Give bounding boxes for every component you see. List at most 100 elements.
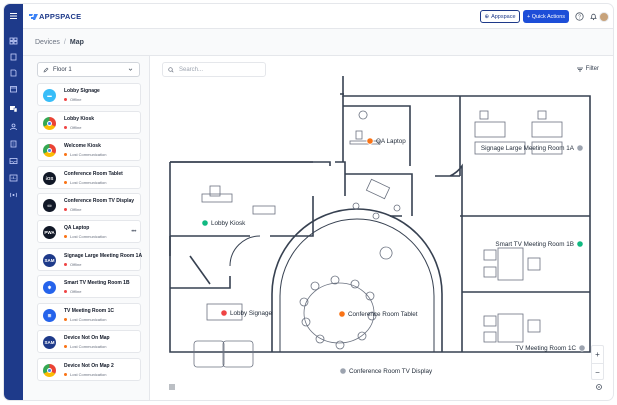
user-avatar[interactable] bbox=[599, 12, 609, 22]
map-pin-label: QA Laptop bbox=[376, 138, 406, 145]
map-pin[interactable]: TV Meeting Room 1C bbox=[515, 344, 586, 352]
logo-mark-icon bbox=[29, 13, 38, 20]
appspace-button[interactable]: ⊕ Appspace bbox=[480, 10, 520, 23]
list-view-icon[interactable] bbox=[168, 383, 176, 391]
device-card[interactable]: Device Not On Map 2 Lost Communication bbox=[37, 358, 141, 381]
pwa-icon: PWA bbox=[43, 226, 56, 239]
menu-icon[interactable] bbox=[9, 12, 18, 20]
device-status: Offline bbox=[64, 262, 82, 267]
device-status: Lost Communication bbox=[64, 180, 106, 185]
samsung-icon: SAM bbox=[43, 336, 56, 349]
map-pin-label: Smart TV Meeting Room 1B bbox=[495, 241, 574, 248]
map-pin-marker[interactable] bbox=[576, 240, 584, 248]
device-card[interactable]: SAM Device Not On Map Lost Communication bbox=[37, 330, 141, 353]
device-status: Lost Communication bbox=[64, 234, 106, 239]
recenter-icon[interactable] bbox=[595, 383, 603, 391]
map-pin-marker[interactable] bbox=[220, 309, 228, 317]
device-card[interactable]: ▬ Lobby Signage Offline bbox=[37, 83, 141, 106]
map-pin-label: Lobby Signage bbox=[230, 310, 273, 317]
breadcrumb-devices[interactable]: Devices bbox=[35, 39, 60, 46]
status-dot-icon bbox=[64, 318, 67, 321]
device-name: Lobby Kiosk bbox=[64, 116, 95, 122]
device-name: Smart TV Meeting Room 1B bbox=[64, 280, 130, 286]
map-pin-label: Conference Room TV Display bbox=[349, 368, 433, 375]
logo-text: APPSPACE bbox=[39, 12, 82, 21]
samsung-icon: SAM bbox=[43, 254, 56, 267]
dashboard-icon[interactable] bbox=[9, 37, 18, 45]
appspace-logo[interactable]: APPSPACE bbox=[29, 11, 81, 22]
devices-icon[interactable] bbox=[9, 105, 18, 113]
zoom-out-button[interactable]: − bbox=[592, 363, 603, 380]
device-status: Lost Communication bbox=[64, 344, 106, 349]
device-card[interactable]: PWA QA Laptop Lost Communication ••• bbox=[37, 220, 141, 243]
device-status-text: Lost Communication bbox=[70, 344, 107, 349]
device-card[interactable]: ✱ Smart TV Meeting Room 1B Offline bbox=[37, 275, 141, 298]
document-icon[interactable] bbox=[9, 69, 18, 77]
report-icon[interactable] bbox=[9, 174, 18, 182]
device-status: Lost Communication bbox=[64, 317, 106, 322]
device-name: Lobby Signage bbox=[64, 88, 100, 94]
windows-icon: ⊞ bbox=[43, 309, 56, 322]
quick-actions-button[interactable]: + Quick Actions bbox=[523, 10, 569, 23]
map-pin[interactable]: Conference Room TV Display bbox=[339, 367, 433, 375]
status-dot-icon bbox=[64, 208, 67, 211]
gear-device-icon: ✱ bbox=[43, 281, 56, 294]
map-pin[interactable]: Conference Room Tablet bbox=[338, 310, 418, 318]
chrome-icon bbox=[43, 144, 56, 157]
device-card[interactable]: iOS Conference Room Tablet Lost Communicat… bbox=[37, 166, 141, 189]
status-dot-icon bbox=[64, 263, 67, 266]
device-status-text: Lost Communication bbox=[70, 152, 107, 157]
device-name: TV Meeting Room 1C bbox=[64, 308, 115, 314]
device-name: QA Laptop bbox=[64, 225, 90, 231]
device-card[interactable]: SAM Signage Large Meeting Room 1A Offline bbox=[37, 248, 142, 271]
kiosk-room-walls bbox=[170, 161, 346, 237]
content-icon[interactable] bbox=[9, 53, 18, 61]
device-name: Welcome Kiosk bbox=[64, 143, 101, 149]
bell-icon[interactable] bbox=[589, 12, 598, 21]
device-card[interactable]: ⊞ TV Meeting Room 1C Lost Communication bbox=[37, 303, 141, 326]
zoom-in-button[interactable]: + bbox=[592, 346, 603, 363]
floor-plan[interactable]: QA Laptop Signage Large Meeting Room 1A Lo… bbox=[150, 56, 613, 400]
map-pin-marker[interactable] bbox=[576, 144, 584, 152]
map-pin[interactable]: Lobby Signage bbox=[220, 309, 273, 317]
breadcrumb-separator: / bbox=[63, 38, 66, 46]
device-card[interactable]: ▭ Conference Room TV Display Offline bbox=[37, 193, 141, 216]
map-pin[interactable]: Lobby Kiosk bbox=[201, 219, 246, 227]
breadcrumb: Devices / Map bbox=[23, 29, 613, 56]
device-status-text: Lost Communication bbox=[70, 234, 107, 239]
map-pin-marker[interactable] bbox=[578, 344, 586, 352]
floor-select[interactable]: Floor 1 bbox=[37, 62, 140, 77]
building-icon[interactable] bbox=[9, 140, 18, 148]
map-pin[interactable]: Signage Large Meeting Room 1A bbox=[481, 144, 584, 152]
top-bar: APPSPACE ⊕ Appspace + Quick Actions ? bbox=[23, 4, 613, 29]
chevron-down-icon bbox=[128, 68, 133, 71]
map-pin-marker[interactable] bbox=[201, 219, 209, 227]
floor-select-value: Floor 1 bbox=[53, 66, 72, 73]
broadcast-icon[interactable] bbox=[9, 191, 18, 199]
more-options-icon[interactable]: ••• bbox=[131, 229, 136, 235]
appspace-button-label: Appspace bbox=[491, 13, 516, 20]
device-status-text: Offline bbox=[70, 125, 82, 130]
users-icon[interactable] bbox=[9, 123, 18, 131]
device-name: Conference Room TV Display bbox=[64, 198, 135, 204]
device-name: Device Not On Map 2 bbox=[64, 363, 114, 369]
device-status: Lost Communication bbox=[64, 372, 106, 377]
status-dot-icon bbox=[64, 345, 67, 348]
breadcrumb-current: Map bbox=[69, 38, 84, 46]
device-card[interactable]: Lobby Kiosk Offline bbox=[37, 111, 141, 134]
map-pin-marker[interactable] bbox=[366, 137, 374, 145]
map-pin-marker[interactable] bbox=[339, 367, 347, 375]
device-status: Offline bbox=[64, 289, 82, 294]
map-pin[interactable]: Smart TV Meeting Room 1B bbox=[495, 240, 584, 248]
device-card[interactable]: Welcome Kiosk Lost Communication bbox=[37, 138, 141, 161]
map-pin-label: TV Meeting Room 1C bbox=[515, 345, 576, 352]
app-grid-icon: ⊕ bbox=[484, 13, 490, 20]
chrome-icon bbox=[43, 364, 56, 377]
help-icon[interactable]: ? bbox=[575, 12, 584, 21]
map-pin-label: Conference Room Tablet bbox=[348, 311, 418, 318]
inbox-icon[interactable] bbox=[9, 157, 18, 165]
appspace-app-icon: ▬ bbox=[43, 89, 56, 102]
ios-icon: iOS bbox=[43, 172, 56, 185]
map-pin-marker[interactable] bbox=[338, 310, 346, 318]
calendar-icon[interactable] bbox=[9, 85, 18, 93]
